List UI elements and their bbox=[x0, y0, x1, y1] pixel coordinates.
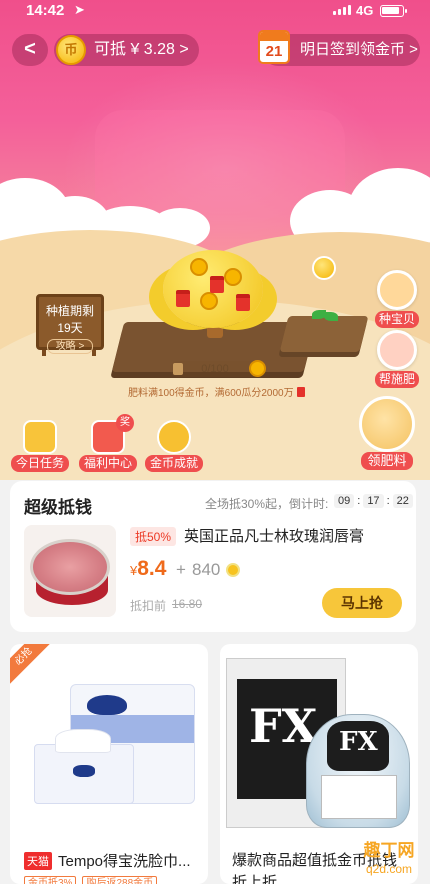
coin-achievement-label: 金币成就 bbox=[144, 455, 203, 472]
deal-coin-amount: 840 bbox=[192, 560, 221, 579]
coin-medal-icon bbox=[157, 420, 191, 454]
super-deal-card: 超级抵钱 全场抵30%起，倒计时: 09 : 17 : 22 抵50% 英国正品… bbox=[10, 481, 416, 632]
coin-icon bbox=[226, 563, 240, 577]
countdown-seconds: 22 bbox=[392, 494, 413, 508]
friends-icon bbox=[377, 330, 417, 370]
tissue-product-image bbox=[10, 644, 208, 834]
tree-coin-icon bbox=[224, 268, 242, 286]
price-plus: + bbox=[176, 560, 186, 579]
promo-chips: 金币抵3% 购后返288金币 bbox=[24, 876, 158, 884]
checklist-icon bbox=[23, 420, 57, 454]
planting-period-board[interactable]: 种植期剩 19天 攻略 > bbox=[30, 294, 108, 356]
seed-shop-icon bbox=[377, 270, 417, 310]
daily-task-label: 今日任务 bbox=[10, 455, 69, 472]
welfare-center-label: 福利中心 bbox=[78, 455, 137, 472]
countdown-timer: 09 : 17 : 22 bbox=[334, 494, 413, 508]
watermark-logo: 趣丁网 q2d.com bbox=[363, 841, 415, 877]
collect-fertilizer-button[interactable]: 领肥料 bbox=[356, 396, 418, 470]
status-bar: 14:42 ➤ 4G bbox=[0, 0, 430, 24]
coin-achievement-button[interactable]: 金币成就 bbox=[142, 420, 206, 472]
tree-coin-icon bbox=[190, 258, 208, 276]
fertilizer-tip: 肥料满100得金币，满600瓜分2000万 bbox=[128, 384, 305, 399]
red-packet-icon bbox=[236, 294, 250, 311]
grab-now-button[interactable]: 马上抢 bbox=[322, 588, 402, 618]
product-title: Tempo得宝洗脸巾... bbox=[58, 853, 191, 870]
calendar-icon: 21 bbox=[258, 30, 290, 64]
planting-days: 19天 bbox=[57, 321, 83, 335]
reward-badge: 奖 bbox=[116, 414, 134, 432]
red-packet-icon bbox=[176, 290, 190, 307]
daily-task-button[interactable]: 今日任务 bbox=[8, 420, 72, 472]
deal-product-name[interactable]: 英国正品凡士林玫瑰润唇膏 bbox=[184, 525, 364, 546]
calendar-day: 21 bbox=[265, 43, 283, 60]
super-deal-title: 超级抵钱 bbox=[24, 498, 92, 517]
lip-balm-image[interactable] bbox=[24, 525, 116, 617]
floating-coin-icon[interactable] bbox=[312, 256, 336, 280]
countdown-label: 全场抵30%起，倒计时: bbox=[205, 497, 329, 511]
promo-chip: 金币抵3% bbox=[24, 876, 77, 884]
seed-button-label: 种宝贝 bbox=[374, 311, 419, 328]
seed-button[interactable]: 种宝贝 bbox=[370, 270, 424, 328]
red-packet-icon bbox=[210, 276, 224, 293]
tree-coin-icon bbox=[200, 292, 218, 310]
help-fertilize-button[interactable]: 帮施肥 bbox=[370, 330, 424, 388]
fertilizer-bag-icon bbox=[173, 363, 183, 375]
planting-period-label: 种植期剩 bbox=[45, 304, 94, 318]
fertilizer-bag-icon bbox=[359, 396, 415, 452]
coin-deduction-label: 可抵 ¥ 3.28 > bbox=[94, 41, 189, 58]
battery-icon bbox=[380, 5, 407, 17]
eye-drops-product-image: FX FX bbox=[220, 644, 418, 834]
fertilizer-progress: 0/100 bbox=[170, 360, 266, 377]
original-price: 16.80 bbox=[172, 597, 203, 611]
network-type: 4G bbox=[356, 3, 374, 18]
countdown-hours: 09 bbox=[334, 494, 355, 508]
status-time: 14:42 bbox=[26, 2, 65, 19]
checkin-label: 明日签到领金币 > bbox=[300, 41, 418, 58]
coin-icon bbox=[249, 360, 266, 377]
discount-tag: 抵50% bbox=[130, 527, 177, 546]
sprout-icon bbox=[312, 310, 338, 328]
back-button[interactable]: < bbox=[12, 34, 48, 66]
signal-icon bbox=[333, 5, 351, 15]
strategy-link[interactable]: 攻略 > bbox=[46, 339, 94, 354]
deal-price: ¥8.4 bbox=[130, 557, 167, 580]
fertilizer-progress-text: 0/100 bbox=[201, 363, 229, 375]
countdown-minutes: 17 bbox=[363, 494, 384, 508]
location-arrow-icon: ➤ bbox=[74, 2, 85, 17]
help-fertilize-label: 帮施肥 bbox=[374, 371, 419, 388]
coin-deduction-pill[interactable]: 币 可抵 ¥ 3.28 > bbox=[54, 34, 199, 66]
red-packet-icon bbox=[296, 387, 305, 397]
tmall-tag: 天猫 bbox=[24, 852, 52, 870]
product-card[interactable]: 必抢 天猫 Tempo得宝洗脸巾... 金币抵3% 购后返288金币 bbox=[10, 644, 208, 884]
promo-chip: 购后返288金币 bbox=[82, 876, 158, 884]
collect-fertilizer-label: 领肥料 bbox=[361, 452, 413, 470]
coin-icon: 币 bbox=[56, 35, 86, 65]
original-price-label: 抵扣前 bbox=[130, 599, 167, 613]
